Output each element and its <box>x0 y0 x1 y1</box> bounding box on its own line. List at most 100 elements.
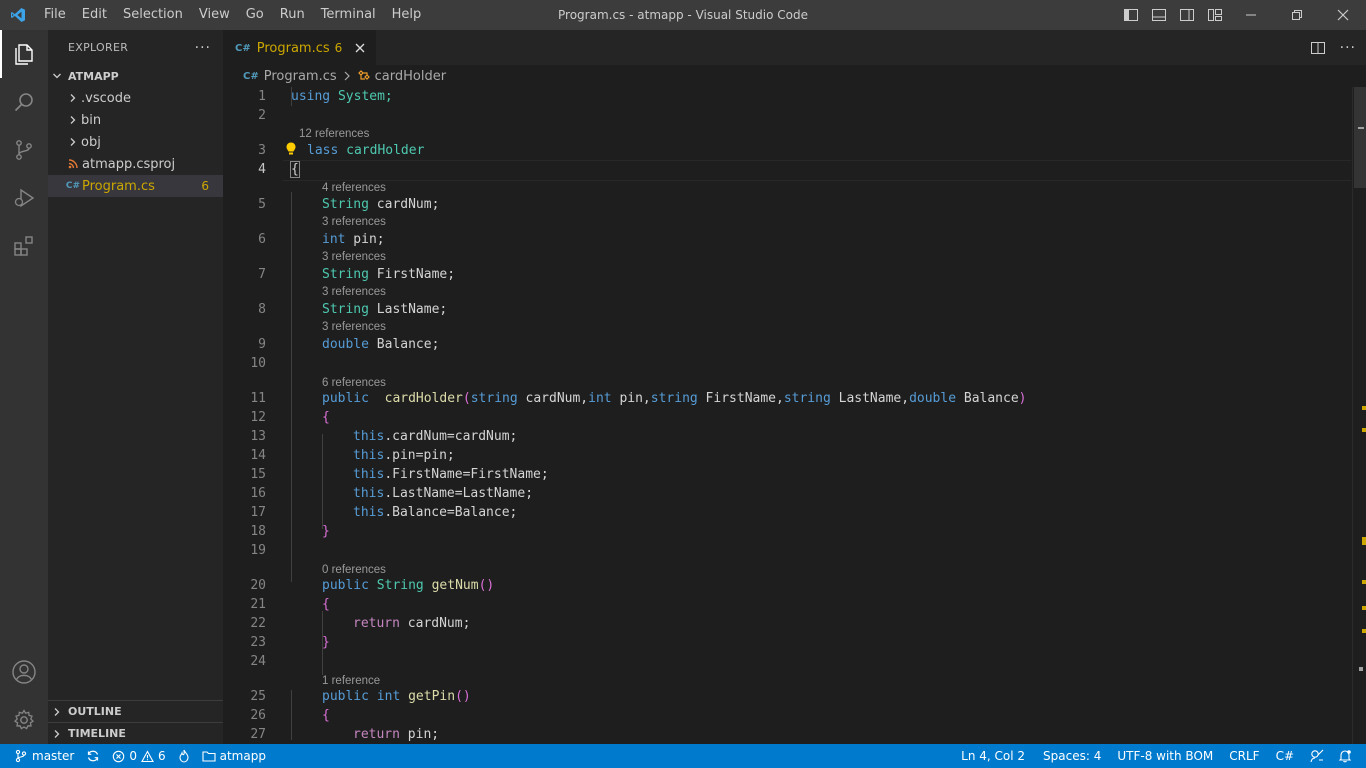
code-line: 19 <box>250 543 266 558</box>
tab-problems-badge: 6 <box>334 41 343 55</box>
code-line: 14 this.pin=pin; <box>250 448 455 463</box>
more-actions-icon[interactable]: ··· <box>1340 40 1356 56</box>
code-line: 20 public String getNum() <box>250 578 495 593</box>
close-icon[interactable] <box>352 40 368 56</box>
warning-mark <box>1362 537 1366 545</box>
codelens[interactable]: 3 references <box>223 319 1351 335</box>
timeline-label: TIMELINE <box>68 727 126 740</box>
folder-status[interactable]: atmapp <box>196 744 272 768</box>
code-line: 25 public int getPin() <box>250 689 471 704</box>
feedback-icon[interactable] <box>1300 744 1330 768</box>
explorer-icon[interactable] <box>0 30 48 78</box>
search-icon[interactable] <box>0 78 48 126</box>
menu-run[interactable]: Run <box>272 0 313 30</box>
lightbulb-icon[interactable] <box>285 141 297 157</box>
menu-go[interactable]: Go <box>238 0 272 30</box>
restore-icon[interactable] <box>1274 0 1320 30</box>
cursor-position-mark <box>1358 127 1364 129</box>
window-controls <box>1228 0 1366 30</box>
chevron-right-icon <box>343 71 351 81</box>
live-share-status[interactable] <box>172 744 196 768</box>
notifications-bell-icon[interactable] <box>1330 744 1358 768</box>
menu-help[interactable]: Help <box>384 0 430 30</box>
chevron-right-icon <box>64 137 81 147</box>
cursor-position[interactable]: Ln 4, Col 2 <box>955 744 1031 768</box>
code-line: 26{ <box>250 708 330 723</box>
timeline-section[interactable]: TIMELINE <box>48 722 223 744</box>
workspace-root-label: ATMAPP <box>68 69 119 83</box>
problems-status[interactable]: 0 6 <box>106 744 171 768</box>
warning-mark <box>1362 580 1366 584</box>
code-editor[interactable]: 1 using System; 2 12 references 3 lass ca… <box>223 87 1351 744</box>
codelens[interactable]: 3 references <box>223 284 1351 300</box>
code-line: 1 using System; <box>258 89 393 104</box>
menu-terminal[interactable]: Terminal <box>313 0 384 30</box>
sync-icon <box>86 749 100 763</box>
source-control-icon[interactable] <box>0 126 48 174</box>
code-line: 7 String FirstName; <box>258 267 456 282</box>
codelens[interactable]: 0 references <box>223 560 1351 576</box>
customize-layout-icon[interactable] <box>1204 4 1226 26</box>
code-line: 8 String LastName; <box>258 302 448 317</box>
codelens[interactable]: 1 reference <box>223 671 1351 687</box>
outline-section[interactable]: OUTLINE <box>48 700 223 722</box>
menu-file[interactable]: File <box>36 0 74 30</box>
menu-edit[interactable]: Edit <box>74 0 115 30</box>
chevron-right-icon <box>52 707 68 717</box>
explorer-title: EXPLORER <box>68 41 129 54</box>
account-icon[interactable] <box>0 648 48 696</box>
codelens[interactable]: 6 references <box>223 373 1351 389</box>
tree-folder-vscode[interactable]: .vscode <box>48 87 223 109</box>
tree-folder-bin[interactable]: bin <box>48 109 223 131</box>
close-window-icon[interactable] <box>1320 0 1366 30</box>
code-line: 11 public cardHolder(string cardNum,int p… <box>250 391 1027 406</box>
manage-gear-icon[interactable] <box>0 696 48 744</box>
minimize-icon[interactable] <box>1228 0 1274 30</box>
toggle-primary-sidebar-icon[interactable] <box>1120 4 1142 26</box>
tree-file-csproj[interactable]: atmapp.csproj <box>48 153 223 175</box>
menu-selection[interactable]: Selection <box>115 0 191 30</box>
class-symbol-icon <box>357 69 371 83</box>
tab-program-cs[interactable]: C# Program.cs 6 <box>223 30 377 65</box>
tab-label: Program.cs <box>256 40 330 56</box>
tree-item-label: obj <box>81 134 101 150</box>
codelens[interactable]: 4 references <box>223 179 1351 195</box>
folder-name: atmapp <box>219 749 266 763</box>
sync-status[interactable] <box>80 744 106 768</box>
menu-bar: File Edit Selection View Go Run Terminal… <box>36 0 429 30</box>
breadcrumb-file[interactable]: Program.cs <box>264 69 337 84</box>
error-count: 0 <box>129 749 137 763</box>
workspace-root[interactable]: ATMAPP <box>48 65 223 87</box>
run-debug-icon[interactable] <box>0 174 48 222</box>
code-line: 13 this.cardNum=cardNum; <box>250 429 518 444</box>
language-mode[interactable]: C# <box>1266 744 1300 768</box>
code-line: 3 lass cardHolder <box>258 141 425 158</box>
toggle-panel-icon[interactable] <box>1148 4 1170 26</box>
eol-status[interactable]: CRLF <box>1219 744 1265 768</box>
codelens[interactable]: 12 references <box>223 125 1351 141</box>
breadcrumb-symbol[interactable]: cardHolder <box>375 69 446 84</box>
explorer-sidebar: EXPLORER ··· ATMAPP .vscode bin obj atma… <box>48 30 223 744</box>
git-branch-icon <box>14 749 28 763</box>
tree-file-program-cs[interactable]: C# Program.cs 6 <box>48 175 223 197</box>
codelens[interactable]: 3 references <box>223 249 1351 265</box>
code-line: 15 this.FirstName=FirstName; <box>250 467 549 482</box>
tree-folder-obj[interactable]: obj <box>48 131 223 153</box>
status-bar: master 0 6 atmapp Ln 4, Col 2 Spaces: 4 … <box>0 744 1366 768</box>
csharp-icon: C# <box>243 70 259 82</box>
split-editor-icon[interactable] <box>1310 40 1326 56</box>
editor-scrollbar[interactable] <box>1352 87 1366 744</box>
encoding-status[interactable]: UTF-8 with BOM <box>1107 744 1219 768</box>
warning-mark <box>1362 428 1366 432</box>
csharp-icon: C# <box>235 42 251 54</box>
extensions-icon[interactable] <box>0 222 48 270</box>
toggle-secondary-sidebar-icon[interactable] <box>1176 4 1198 26</box>
codelens[interactable]: 3 references <box>223 214 1351 230</box>
warning-mark <box>1362 406 1366 410</box>
indentation-status[interactable]: Spaces: 4 <box>1031 744 1107 768</box>
scrollbar-thumb[interactable] <box>1354 87 1366 188</box>
branch-status[interactable]: master <box>8 744 80 768</box>
more-actions-icon[interactable]: ··· <box>195 40 211 56</box>
title-bar: File Edit Selection View Go Run Terminal… <box>0 0 1366 30</box>
menu-view[interactable]: View <box>191 0 238 30</box>
